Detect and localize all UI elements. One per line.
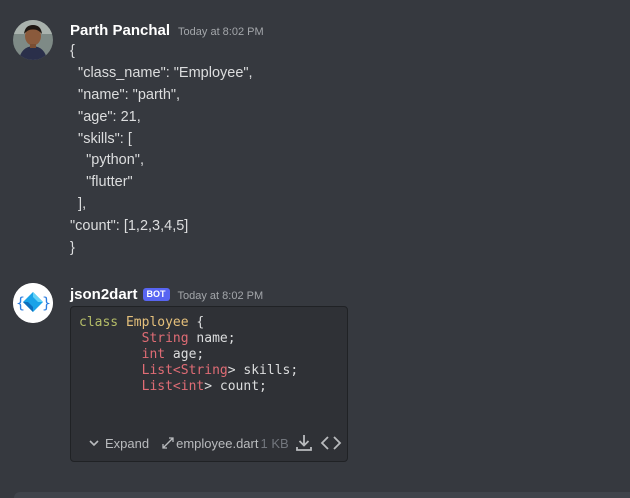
bot-tag: BOT bbox=[142, 288, 170, 301]
code-token: > count; bbox=[204, 379, 267, 394]
file-name[interactable]: employee.dart bbox=[176, 436, 258, 451]
expand-label: Expand bbox=[105, 435, 150, 451]
username[interactable]: json2dart bbox=[70, 286, 138, 303]
code-token: String bbox=[180, 363, 228, 378]
message-line: "age": 21, bbox=[70, 108, 141, 125]
code-line: String name; bbox=[79, 331, 298, 347]
download-button[interactable] bbox=[294, 433, 314, 453]
message-header: Parth Panchal Today at 8:02 PM bbox=[70, 22, 264, 39]
message-line: "name": "parth", bbox=[70, 86, 181, 103]
code-token: String bbox=[141, 331, 189, 346]
message-header: json2dart BOT Today at 8:02 PM bbox=[70, 286, 263, 303]
message-content: { "class_name": "Employee", "name": "par… bbox=[70, 41, 253, 260]
download-icon bbox=[295, 435, 312, 451]
message-line: "count": [1,2,3,4,5] bbox=[70, 218, 189, 235]
message-line: "class_name": "Employee", bbox=[70, 64, 253, 81]
message-line: ], bbox=[70, 196, 87, 213]
code-token: name; bbox=[188, 331, 236, 346]
code-token: int bbox=[141, 347, 166, 362]
message-line: } bbox=[70, 240, 75, 257]
svg-text:}: } bbox=[42, 294, 51, 312]
user-avatar[interactable] bbox=[13, 20, 53, 60]
message-line: { bbox=[70, 43, 75, 59]
code-token: List< bbox=[141, 379, 181, 394]
file-attachment: class Employee { String name; int age; L… bbox=[70, 306, 348, 462]
chat-view: Parth Panchal Today at 8:02 PM { "class_… bbox=[0, 0, 630, 498]
code-token: Employee bbox=[125, 315, 189, 330]
message-line: "python", bbox=[70, 152, 144, 169]
code-line: List<String> skills; bbox=[79, 363, 299, 379]
code-line: class Employee { bbox=[79, 315, 298, 331]
attachment-footer: Expand employee.dart 1 KB bbox=[71, 425, 347, 461]
dart-logo-icon: { } bbox=[13, 283, 53, 323]
view-source-button[interactable] bbox=[320, 434, 342, 452]
message-timestamp: Today at 8:02 PM bbox=[177, 290, 264, 302]
code-token: int bbox=[180, 379, 205, 394]
message-timestamp: Today at 8:02 PM bbox=[178, 26, 264, 38]
code-token: List< bbox=[141, 363, 181, 378]
code-token: class bbox=[79, 315, 119, 330]
arrows-expand-icon bbox=[162, 437, 174, 449]
code-preview: class Employee { String name; int age; L… bbox=[79, 315, 298, 395]
code-line: int age; bbox=[79, 347, 298, 363]
svg-text:{: { bbox=[16, 294, 25, 312]
code-line: List<int> count; bbox=[79, 379, 298, 395]
message-line: "flutter" bbox=[70, 174, 133, 191]
username[interactable]: Parth Panchal bbox=[70, 22, 170, 39]
chevron-down-icon bbox=[89, 440, 99, 447]
file-size: 1 KB bbox=[260, 435, 289, 451]
code-token: age; bbox=[165, 347, 205, 362]
expand-button[interactable]: Expand bbox=[87, 436, 149, 451]
bot-avatar[interactable]: { } bbox=[13, 283, 53, 323]
file-link[interactable]: employee.dart bbox=[161, 436, 258, 451]
code-token: { bbox=[188, 315, 205, 330]
code-brackets-icon bbox=[320, 436, 341, 450]
message-input-bar[interactable] bbox=[14, 492, 630, 498]
code-token: > skills; bbox=[227, 363, 299, 378]
message-line: "skills": [ bbox=[70, 130, 132, 147]
